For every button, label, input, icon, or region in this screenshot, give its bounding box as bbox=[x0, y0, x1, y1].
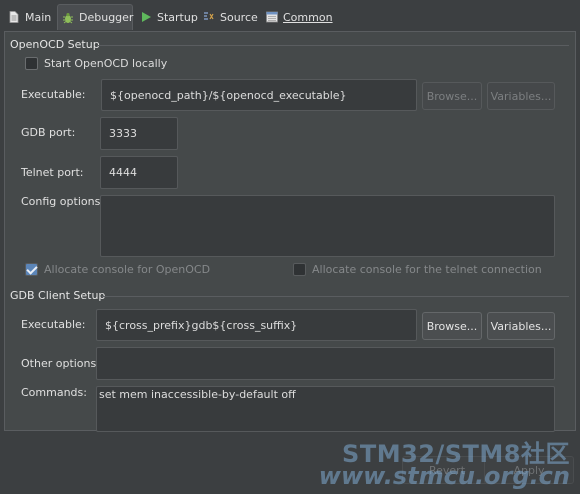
tab-startup[interactable]: Startup bbox=[136, 4, 202, 30]
telnet-port-label: Telnet port: bbox=[21, 166, 84, 179]
config-options-field[interactable] bbox=[100, 195, 555, 257]
other-options-label: Other options: bbox=[21, 357, 100, 370]
tab-source[interactable]: Source bbox=[199, 4, 262, 30]
telnet-port-field[interactable]: 4444 bbox=[100, 156, 178, 189]
watermark-url: www.stmcu.org.cn bbox=[318, 462, 570, 490]
bug-icon bbox=[62, 12, 74, 24]
tab-common-label: Common bbox=[283, 10, 333, 24]
openocd-setup-separator bbox=[97, 45, 569, 46]
checkbox-box bbox=[293, 263, 306, 276]
tab-main[interactable]: Main bbox=[4, 4, 55, 30]
other-options-field[interactable] bbox=[96, 347, 555, 380]
checkbox-checked-icon bbox=[25, 263, 38, 276]
gdb-client-setup-separator bbox=[102, 296, 569, 297]
openocd-variables-button[interactable]: Variables... bbox=[487, 82, 555, 110]
tab-debugger-label: Debugger bbox=[79, 11, 134, 24]
config-options-label: Config options: bbox=[21, 195, 105, 208]
tab-bar: Main Debugger Startup Source Common bbox=[0, 0, 580, 32]
openocd-setup-title: OpenOCD Setup bbox=[10, 38, 100, 51]
gdb-port-label: GDB port: bbox=[21, 126, 76, 139]
allocate-console-telnet-label: Allocate console for the telnet connecti… bbox=[312, 263, 542, 276]
tab-common[interactable]: Common bbox=[262, 4, 337, 30]
start-openocd-locally-checkbox[interactable]: Start OpenOCD locally bbox=[25, 57, 167, 70]
play-icon bbox=[140, 11, 152, 23]
common-icon bbox=[266, 11, 278, 23]
tab-startup-label: Startup bbox=[157, 10, 198, 24]
openocd-browse-button[interactable]: Browse... bbox=[422, 82, 482, 110]
allocate-console-openocd-checkbox[interactable]: Allocate console for OpenOCD bbox=[25, 263, 210, 276]
source-icon bbox=[203, 11, 215, 23]
gdb-browse-button[interactable]: Browse... bbox=[422, 312, 482, 340]
gdb-port-field[interactable]: 3333 bbox=[100, 117, 178, 150]
document-icon bbox=[8, 11, 20, 23]
gdb-executable-field[interactable]: ${cross_prefix}gdb${cross_suffix} bbox=[96, 309, 417, 341]
openocd-executable-label: Executable: bbox=[21, 88, 86, 101]
tab-source-label: Source bbox=[220, 10, 258, 24]
start-openocd-locally-label: Start OpenOCD locally bbox=[44, 57, 168, 70]
checkbox-box bbox=[25, 57, 38, 70]
tab-debugger[interactable]: Debugger bbox=[57, 4, 133, 30]
tab-main-label: Main bbox=[25, 10, 52, 24]
commands-field[interactable]: set mem inaccessible-by-default off bbox=[96, 386, 555, 432]
allocate-console-openocd-label: Allocate console for OpenOCD bbox=[44, 263, 211, 276]
gdb-executable-label: Executable: bbox=[21, 318, 86, 331]
gdb-client-setup-title: GDB Client Setup bbox=[10, 289, 106, 302]
commands-label: Commands: bbox=[21, 386, 87, 399]
gdb-variables-button[interactable]: Variables... bbox=[487, 312, 555, 340]
debugger-settings-panel: OpenOCD Setup Start OpenOCD locally Exec… bbox=[4, 31, 576, 432]
openocd-executable-field[interactable]: ${openocd_path}/${openocd_executable} bbox=[101, 79, 417, 111]
allocate-console-telnet-checkbox[interactable]: Allocate console for the telnet connecti… bbox=[293, 263, 542, 276]
